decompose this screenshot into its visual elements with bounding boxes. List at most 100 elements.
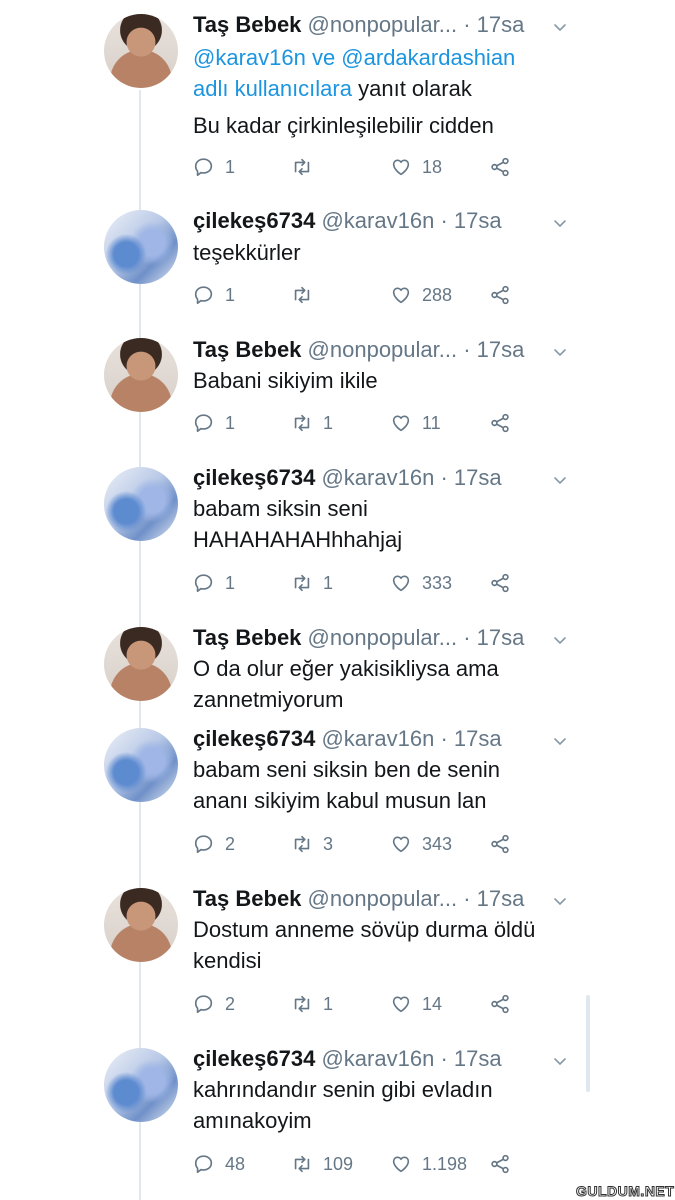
author-name[interactable]: çilekeş6734 xyxy=(193,726,315,751)
tweet-header: çilekeş6734 @karav16n · 17sa xyxy=(193,726,502,752)
share-icon xyxy=(489,284,511,306)
share-button[interactable] xyxy=(489,831,521,857)
author-name[interactable]: Taş Bebek xyxy=(193,886,301,911)
share-button[interactable] xyxy=(489,410,521,436)
author-handle[interactable]: @nonpopular... xyxy=(308,12,458,37)
tweet-actions: 2 1 14 xyxy=(193,991,523,1017)
chevron-down-icon[interactable] xyxy=(553,1055,567,1069)
tweet-text: kahrındandır senin gibi evladın amınakoy… xyxy=(193,1074,593,1136)
retweet-count: 3 xyxy=(323,833,334,854)
reply-button[interactable]: 1 xyxy=(193,282,235,308)
tweet-text-line: Bu kadar çirkinleşilebilir cidden xyxy=(193,113,494,138)
heart-icon xyxy=(390,156,412,178)
tweet-text: babam seni siksin ben de senin ananı sik… xyxy=(193,754,593,816)
author-handle[interactable]: @nonpopular... xyxy=(308,886,458,911)
chevron-down-icon[interactable] xyxy=(553,21,567,35)
retweet-icon xyxy=(291,156,313,178)
like-button[interactable]: 288 xyxy=(390,282,452,308)
author-name[interactable]: çilekeş6734 xyxy=(193,1046,315,1071)
share-button[interactable] xyxy=(489,282,521,308)
avatar[interactable] xyxy=(104,888,178,962)
author-handle[interactable]: @karav16n xyxy=(321,208,434,233)
heart-icon xyxy=(390,1153,412,1175)
author-handle[interactable]: @karav16n xyxy=(321,726,434,751)
author-name[interactable]: Taş Bebek xyxy=(193,12,301,37)
like-button[interactable]: 18 xyxy=(390,154,442,180)
tweet-text-line: teşekkürler xyxy=(193,240,301,265)
heart-icon xyxy=(390,993,412,1015)
reply-button[interactable]: 1 xyxy=(193,570,235,596)
like-button[interactable]: 14 xyxy=(390,991,442,1017)
retweet-count: 109 xyxy=(323,1153,354,1174)
scrollbar[interactable] xyxy=(586,995,590,1092)
author-name[interactable]: çilekeş6734 xyxy=(193,208,315,233)
tweet-text-line: kendisi xyxy=(193,948,262,973)
reply-mentions[interactable]: @karav16n ve @ardakardashian xyxy=(193,45,515,70)
avatar[interactable] xyxy=(104,627,178,701)
avatar[interactable] xyxy=(104,1048,178,1122)
author-handle[interactable]: @karav16n xyxy=(321,465,434,490)
author-handle[interactable]: @nonpopular... xyxy=(308,337,458,362)
retweet-button[interactable]: 1 xyxy=(291,991,333,1017)
author-name[interactable]: Taş Bebek xyxy=(193,337,301,362)
tweet-header: çilekeş6734 @karav16n · 17sa xyxy=(193,208,502,234)
like-button[interactable]: 333 xyxy=(390,570,452,596)
author-handle[interactable]: @karav16n xyxy=(321,1046,434,1071)
reply-button[interactable]: 1 xyxy=(193,154,235,180)
retweet-icon xyxy=(291,993,313,1015)
reply-users-link[interactable]: adlı kullanıcılara xyxy=(193,76,352,101)
avatar[interactable] xyxy=(104,14,178,88)
reply-icon xyxy=(193,1153,215,1175)
tweet-text: babam siksin seni HAHAHAHAHhhahjaj xyxy=(193,493,593,555)
share-button[interactable] xyxy=(489,154,521,180)
retweet-button[interactable] xyxy=(291,282,323,308)
retweet-button[interactable]: 1 xyxy=(291,570,333,596)
retweet-icon xyxy=(291,833,313,855)
tweet-time: · 17sa xyxy=(463,337,525,362)
reply-count: 1 xyxy=(225,284,236,305)
reply-count: 2 xyxy=(225,993,236,1014)
author-handle[interactable]: @nonpopular... xyxy=(308,625,458,650)
tweet-header: çilekeş6734 @karav16n · 17sa xyxy=(193,1046,502,1072)
share-icon xyxy=(489,572,511,594)
chevron-down-icon[interactable] xyxy=(553,735,567,749)
like-button[interactable]: 343 xyxy=(390,831,452,857)
tweet-header: Taş Bebek @nonpopular... · 17sa xyxy=(193,12,524,38)
retweet-icon xyxy=(291,412,313,434)
watermark: GULDUM.NET xyxy=(575,1183,675,1200)
reply-button[interactable]: 2 xyxy=(193,831,235,857)
chevron-down-icon[interactable] xyxy=(553,634,567,648)
share-button[interactable] xyxy=(489,991,521,1017)
chevron-down-icon[interactable] xyxy=(553,895,567,909)
retweet-count: 1 xyxy=(323,412,334,433)
share-button[interactable] xyxy=(489,1151,521,1177)
tweet-time: · 17sa xyxy=(463,886,525,911)
reply-count: 1 xyxy=(225,572,236,593)
retweet-button[interactable]: 109 xyxy=(291,1151,353,1177)
reply-icon xyxy=(193,993,215,1015)
retweet-button[interactable] xyxy=(291,154,323,180)
tweet-actions: 1 1 11 xyxy=(193,410,523,436)
chevron-down-icon[interactable] xyxy=(553,217,567,231)
retweet-button[interactable]: 1 xyxy=(291,410,333,436)
share-icon xyxy=(489,1153,511,1175)
reply-button[interactable]: 2 xyxy=(193,991,235,1017)
like-button[interactable]: 1.198 xyxy=(390,1151,467,1177)
tweet-actions: 1 288 xyxy=(193,282,523,308)
avatar[interactable] xyxy=(104,210,178,284)
retweet-icon xyxy=(291,284,313,306)
avatar[interactable] xyxy=(104,467,178,541)
avatar[interactable] xyxy=(104,728,178,802)
author-name[interactable]: çilekeş6734 xyxy=(193,465,315,490)
reply-button[interactable]: 1 xyxy=(193,410,235,436)
like-count: 343 xyxy=(422,833,453,854)
author-name[interactable]: Taş Bebek xyxy=(193,625,301,650)
retweet-count: 1 xyxy=(323,572,334,593)
avatar[interactable] xyxy=(104,338,178,412)
share-button[interactable] xyxy=(489,570,521,596)
chevron-down-icon[interactable] xyxy=(553,346,567,360)
retweet-button[interactable]: 3 xyxy=(291,831,333,857)
like-button[interactable]: 11 xyxy=(390,410,441,436)
chevron-down-icon[interactable] xyxy=(553,474,567,488)
reply-button[interactable]: 48 xyxy=(193,1151,245,1177)
